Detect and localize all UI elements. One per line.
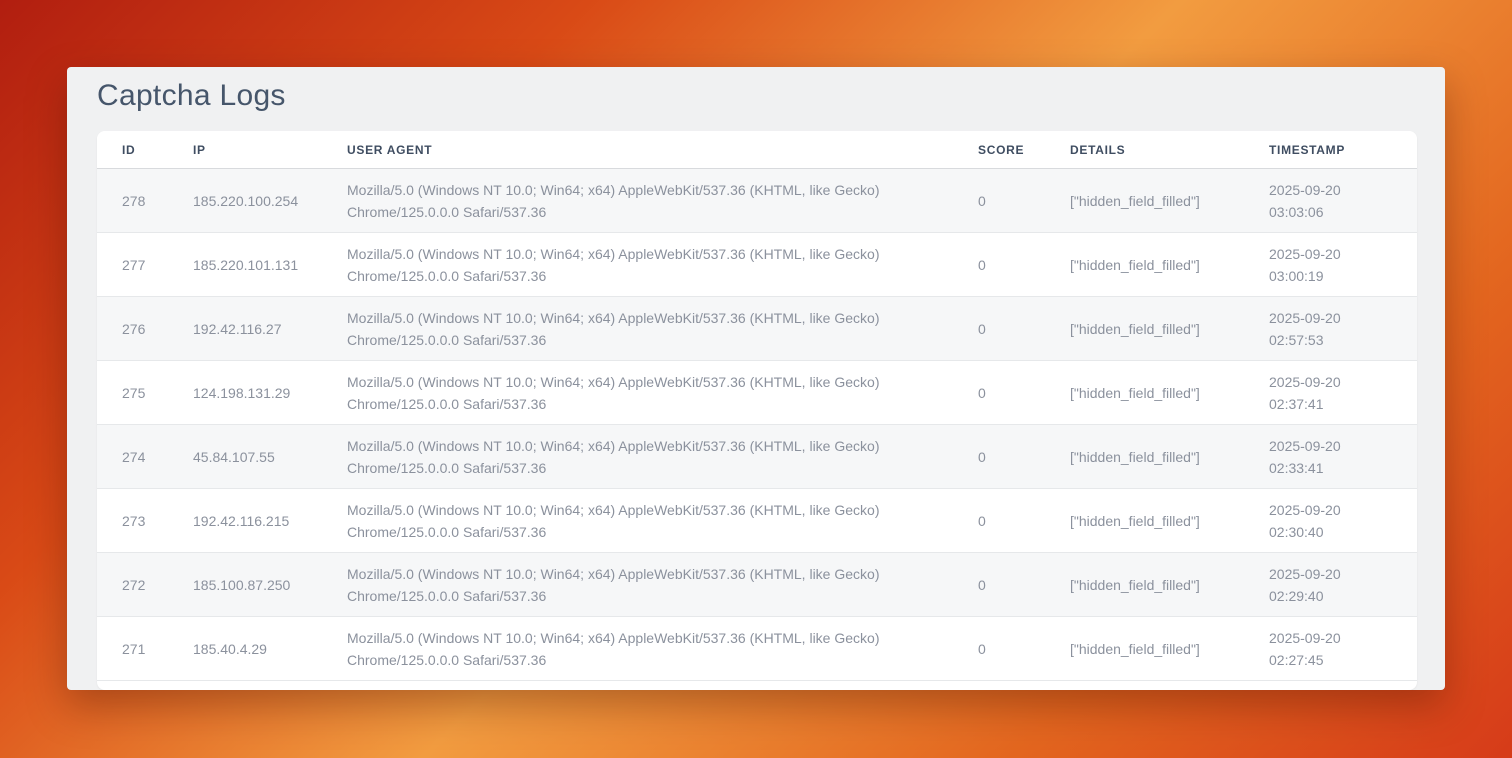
cell-details: ["hidden_field_filled"] bbox=[1070, 297, 1269, 361]
cell-timestamp: 2025-09-20 02:37:41 bbox=[1269, 361, 1417, 425]
cell-timestamp: 2025-09-20 02:30:40 bbox=[1269, 489, 1417, 553]
cell-id: 275 bbox=[97, 361, 193, 425]
cell-score: 0 bbox=[978, 361, 1070, 425]
cell-details: ["hidden_field_filled"] bbox=[1070, 169, 1269, 233]
column-header-id: ID bbox=[97, 131, 193, 169]
cell-ip: 185.220.100.254 bbox=[193, 169, 347, 233]
table-body: 278 185.220.100.254 Mozilla/5.0 (Windows… bbox=[97, 169, 1417, 681]
cell-score: 0 bbox=[978, 617, 1070, 681]
table-row: 275 124.198.131.29 Mozilla/5.0 (Windows … bbox=[97, 361, 1417, 425]
column-header-score: SCORE bbox=[978, 131, 1070, 169]
cell-timestamp: 2025-09-20 02:57:53 bbox=[1269, 297, 1417, 361]
table-row: 278 185.220.100.254 Mozilla/5.0 (Windows… bbox=[97, 169, 1417, 233]
cell-details: ["hidden_field_filled"] bbox=[1070, 553, 1269, 617]
column-header-ip: IP bbox=[193, 131, 347, 169]
cell-ip: 185.40.4.29 bbox=[193, 617, 347, 681]
table-header-row: ID IP USER AGENT SCORE DETAILS TIMESTAMP bbox=[97, 131, 1417, 169]
cell-score: 0 bbox=[978, 233, 1070, 297]
cell-score: 0 bbox=[978, 297, 1070, 361]
cell-user-agent: Mozilla/5.0 (Windows NT 10.0; Win64; x64… bbox=[347, 489, 978, 553]
column-header-timestamp: TIMESTAMP bbox=[1269, 131, 1417, 169]
cell-details: ["hidden_field_filled"] bbox=[1070, 617, 1269, 681]
column-header-user-agent: USER AGENT bbox=[347, 131, 978, 169]
cell-timestamp: 2025-09-20 02:29:40 bbox=[1269, 553, 1417, 617]
cell-user-agent: Mozilla/5.0 (Windows NT 10.0; Win64; x64… bbox=[347, 297, 978, 361]
cell-timestamp: 2025-09-20 02:27:45 bbox=[1269, 617, 1417, 681]
cell-details: ["hidden_field_filled"] bbox=[1070, 425, 1269, 489]
cell-user-agent: Mozilla/5.0 (Windows NT 10.0; Win64; x64… bbox=[347, 361, 978, 425]
cell-score: 0 bbox=[978, 425, 1070, 489]
cell-score: 0 bbox=[978, 489, 1070, 553]
cell-score: 0 bbox=[978, 169, 1070, 233]
cell-timestamp: 2025-09-20 03:03:06 bbox=[1269, 169, 1417, 233]
table-row: 276 192.42.116.27 Mozilla/5.0 (Windows N… bbox=[97, 297, 1417, 361]
cell-user-agent: Mozilla/5.0 (Windows NT 10.0; Win64; x64… bbox=[347, 425, 978, 489]
table-row: 272 185.100.87.250 Mozilla/5.0 (Windows … bbox=[97, 553, 1417, 617]
cell-id: 271 bbox=[97, 617, 193, 681]
cell-user-agent: Mozilla/5.0 (Windows NT 10.0; Win64; x64… bbox=[347, 169, 978, 233]
cell-timestamp: 2025-09-20 02:33:41 bbox=[1269, 425, 1417, 489]
cell-details: ["hidden_field_filled"] bbox=[1070, 233, 1269, 297]
table-row: 271 185.40.4.29 Mozilla/5.0 (Windows NT … bbox=[97, 617, 1417, 681]
captcha-logs-panel: Captcha Logs ID IP USER AGENT SCORE DETA… bbox=[67, 67, 1445, 690]
cell-score: 0 bbox=[978, 553, 1070, 617]
cell-id: 277 bbox=[97, 233, 193, 297]
cell-details: ["hidden_field_filled"] bbox=[1070, 361, 1269, 425]
cell-ip: 185.100.87.250 bbox=[193, 553, 347, 617]
logs-table-container[interactable]: ID IP USER AGENT SCORE DETAILS TIMESTAMP… bbox=[97, 131, 1417, 690]
column-header-details: DETAILS bbox=[1070, 131, 1269, 169]
table-row: 273 192.42.116.215 Mozilla/5.0 (Windows … bbox=[97, 489, 1417, 553]
cell-user-agent: Mozilla/5.0 (Windows NT 10.0; Win64; x64… bbox=[347, 617, 978, 681]
cell-ip: 192.42.116.215 bbox=[193, 489, 347, 553]
cell-timestamp: 2025-09-20 03:00:19 bbox=[1269, 233, 1417, 297]
page-title: Captcha Logs bbox=[97, 79, 286, 113]
cell-id: 278 bbox=[97, 169, 193, 233]
table-row: 274 45.84.107.55 Mozilla/5.0 (Windows NT… bbox=[97, 425, 1417, 489]
cell-ip: 192.42.116.27 bbox=[193, 297, 347, 361]
cell-id: 274 bbox=[97, 425, 193, 489]
cell-ip: 45.84.107.55 bbox=[193, 425, 347, 489]
cell-ip: 124.198.131.29 bbox=[193, 361, 347, 425]
cell-id: 273 bbox=[97, 489, 193, 553]
cell-user-agent: Mozilla/5.0 (Windows NT 10.0; Win64; x64… bbox=[347, 553, 978, 617]
captcha-logs-table: ID IP USER AGENT SCORE DETAILS TIMESTAMP… bbox=[97, 131, 1417, 681]
table-row: 277 185.220.101.131 Mozilla/5.0 (Windows… bbox=[97, 233, 1417, 297]
cell-user-agent: Mozilla/5.0 (Windows NT 10.0; Win64; x64… bbox=[347, 233, 978, 297]
cell-id: 272 bbox=[97, 553, 193, 617]
cell-ip: 185.220.101.131 bbox=[193, 233, 347, 297]
cell-id: 276 bbox=[97, 297, 193, 361]
cell-details: ["hidden_field_filled"] bbox=[1070, 489, 1269, 553]
